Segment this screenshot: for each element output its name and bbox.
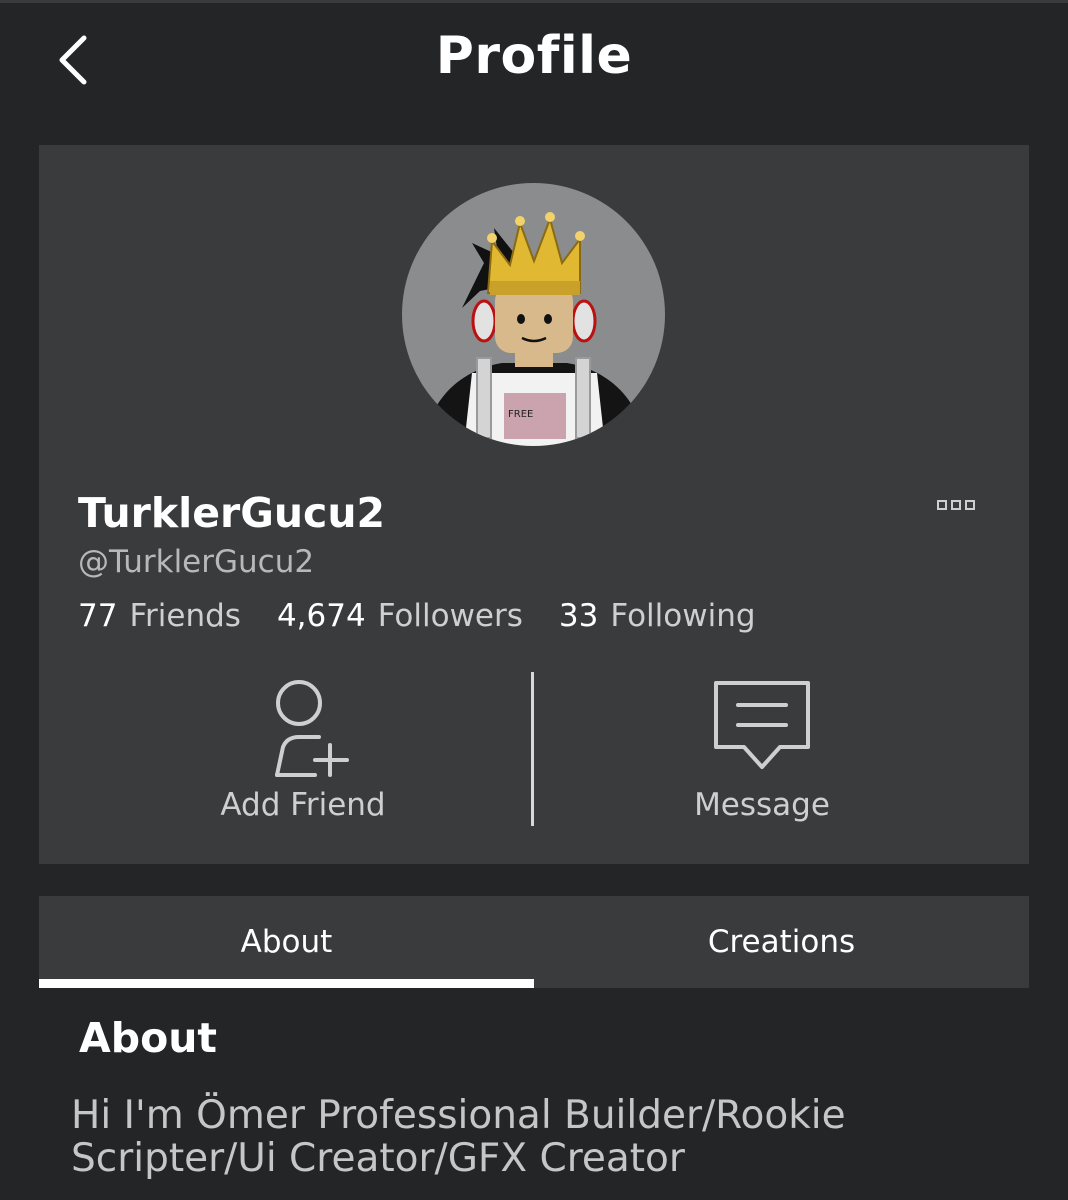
friends-label: Friends — [129, 598, 241, 634]
profile-tabs: About Creations — [39, 896, 1029, 988]
about-description: Hi I'm Ömer Professional Builder/Rookie … — [71, 1093, 846, 1181]
friends-count: 77 — [78, 598, 118, 634]
avatar-crown-icon: FREE — [422, 212, 647, 446]
profile-card: FREE TurklerGucu2 @TurklerGucu2 77 Frien… — [39, 145, 1029, 864]
message-icon — [714, 681, 810, 769]
more-options-button[interactable] — [937, 497, 983, 513]
action-divider — [531, 672, 534, 826]
following-label: Following — [610, 598, 756, 634]
more-options-icon — [937, 500, 947, 510]
add-friend-button[interactable]: Add Friend — [203, 675, 403, 823]
add-friend-icon — [275, 680, 349, 777]
followers-stat[interactable]: 4,674 Followers — [277, 598, 523, 634]
followers-count: 4,674 — [276, 598, 366, 634]
message-button[interactable]: Message — [662, 675, 862, 823]
header: Profile — [0, 0, 1068, 130]
following-stat[interactable]: 33 Following — [559, 598, 756, 634]
more-options-dot — [965, 500, 975, 510]
tab-about[interactable]: About — [39, 896, 534, 988]
followers-label: Followers — [377, 598, 523, 634]
page-title: Profile — [435, 26, 633, 86]
following-count: 33 — [558, 598, 599, 634]
username: @TurklerGucu2 — [78, 544, 315, 580]
display-name: TurklerGucu2 — [78, 489, 386, 537]
tab-creations[interactable]: Creations — [534, 896, 1029, 988]
more-options-dot — [951, 500, 961, 510]
profile-page: Profile FREE TurklerGucu2 @TurklerGucu2 … — [0, 0, 1068, 1200]
avatar[interactable]: FREE — [402, 183, 665, 446]
about-heading: About — [79, 1014, 218, 1062]
add-friend-label: Add Friend — [220, 787, 386, 823]
friends-stat[interactable]: 77 Friends — [78, 598, 241, 634]
svg-text:FREE: FREE — [508, 409, 533, 420]
profile-stats: 77 Friends 4,674 Followers 33 Following — [78, 598, 756, 634]
message-label: Message — [694, 787, 830, 823]
